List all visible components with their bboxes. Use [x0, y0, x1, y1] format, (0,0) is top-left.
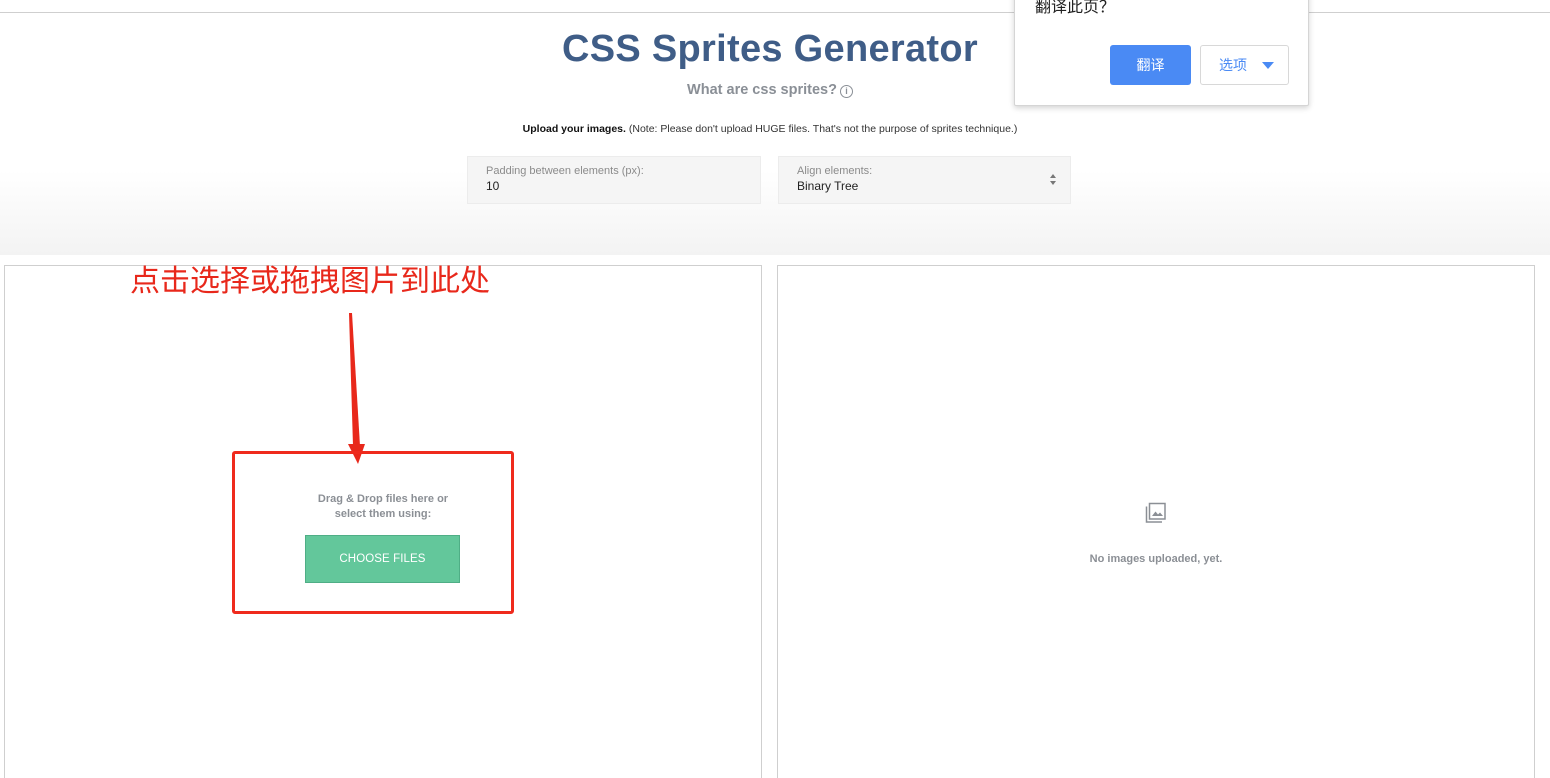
select-arrows-icon[interactable]	[1050, 174, 1058, 188]
padding-label: Padding between elements (px):	[486, 165, 644, 177]
options-label: 选项	[1219, 57, 1247, 73]
upload-note-bold: Upload your images.	[522, 123, 626, 135]
no-images-message: No images uploaded, yet.	[1089, 553, 1223, 565]
padding-field[interactable]: Padding between elements (px): 10	[467, 156, 761, 204]
drop-text-line2: select them using:	[334, 508, 432, 520]
translate-popup: 翻译此页？ 翻译 选项	[1014, 0, 1309, 106]
drop-text-line1: Drag & Drop files here or	[317, 493, 449, 505]
what-are-sprites-link[interactable]: What are css sprites? i	[0, 82, 1540, 98]
upload-note: Upload your images. (Note: Please don't …	[0, 123, 1540, 135]
chevron-down-icon	[1262, 62, 1274, 69]
padding-input[interactable]: 10	[486, 179, 499, 193]
page-title: CSS Sprites Generator	[562, 28, 978, 70]
annotation-highlight-box	[232, 451, 514, 614]
choose-files-button[interactable]: CHOOSE FILES	[305, 535, 460, 583]
info-icon[interactable]: i	[839, 85, 853, 98]
translate-button[interactable]: 翻译	[1110, 45, 1191, 85]
align-value[interactable]: Binary Tree	[797, 179, 858, 193]
options-button[interactable]: 选项	[1200, 45, 1289, 85]
gallery-icon	[1145, 502, 1166, 523]
subtitle-text: What are css sprites?	[687, 82, 837, 98]
align-select[interactable]: Align elements: Binary Tree	[778, 156, 1071, 204]
annotation-arrow	[348, 313, 365, 464]
upload-note-text: (Note: Please don't upload HUGE files. T…	[625, 123, 1018, 135]
translate-question: 翻译此页？	[1035, 0, 1116, 16]
annotation-label: 点击选择或拖拽图片到此处	[130, 265, 490, 298]
drop-instructions: Drag & Drop files here or select them us…	[272, 492, 494, 522]
align-label: Align elements:	[797, 165, 873, 177]
